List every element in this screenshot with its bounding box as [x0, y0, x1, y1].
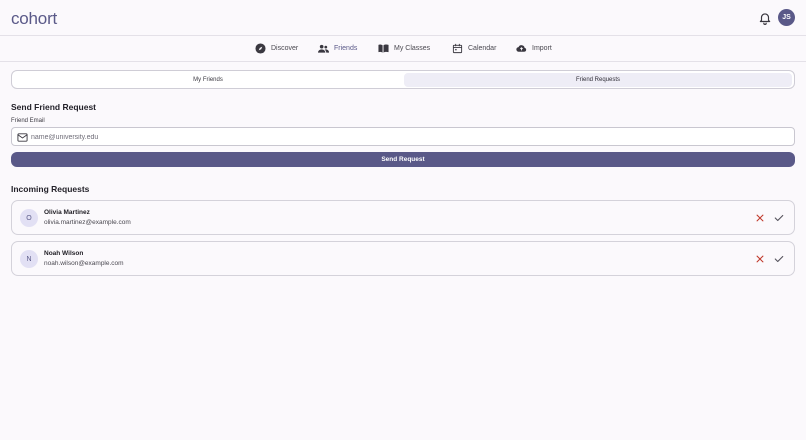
calendar-icon: [452, 43, 463, 54]
bell-icon[interactable]: [758, 11, 772, 25]
incoming-requests-heading: Incoming Requests: [11, 184, 90, 194]
send-request-heading: Send Friend Request: [11, 102, 97, 112]
close-icon: [756, 214, 763, 221]
friend-email-field[interactable]: [11, 127, 795, 146]
nav-friends[interactable]: Friends: [318, 41, 357, 56]
nav-calendar[interactable]: Calendar: [452, 41, 496, 56]
request-email: olivia.martinez@example.com: [44, 219, 131, 226]
request-card: O Olivia Martinez olivia.martinez@exampl…: [11, 200, 795, 235]
request-name: Olivia Martinez: [44, 209, 90, 216]
check-icon: [774, 214, 783, 221]
check-icon: [774, 255, 783, 262]
request-name: Noah Wilson: [44, 250, 84, 257]
send-request-button[interactable]: Send Request: [11, 152, 795, 167]
nav-calendar-label: Calendar: [468, 45, 497, 52]
mail-icon: [17, 133, 28, 142]
nav-discover-label: Discover: [271, 45, 299, 52]
friends-tab-switcher: My Friends Friend Requests: [11, 70, 795, 89]
request-card: N Noah Wilson noah.wilson@example.com: [11, 241, 795, 276]
compass-icon: [255, 43, 266, 54]
avatar: N: [20, 250, 38, 268]
top-app-bar: cohort JS: [0, 0, 806, 36]
reject-button[interactable]: [753, 211, 766, 224]
friend-email-label: Friend Email: [11, 118, 45, 124]
tab-friend-requests[interactable]: Friend Requests: [404, 73, 792, 87]
close-icon: [756, 255, 763, 262]
book-icon: [378, 44, 389, 53]
accept-button[interactable]: [772, 252, 785, 265]
friend-email-input[interactable]: [31, 130, 786, 144]
accept-button[interactable]: [772, 211, 785, 224]
avatar: O: [20, 209, 38, 227]
app-logo[interactable]: cohort: [11, 9, 57, 29]
people-icon: [318, 44, 329, 53]
nav-my-classes-label: My Classes: [394, 45, 431, 52]
nav-import[interactable]: Import: [516, 41, 552, 56]
nav-import-label: Import: [532, 45, 552, 52]
nav-friends-label: Friends: [334, 45, 358, 52]
nav-my-classes[interactable]: My Classes: [378, 41, 430, 56]
nav-discover[interactable]: Discover: [255, 41, 298, 56]
user-avatar[interactable]: JS: [778, 9, 795, 26]
cloud-upload-icon: [516, 45, 527, 52]
main-nav: Discover Friends My Classes Calendar Imp…: [0, 36, 806, 62]
request-email: noah.wilson@example.com: [44, 260, 124, 267]
reject-button[interactable]: [753, 252, 766, 265]
tab-my-friends[interactable]: My Friends: [14, 73, 402, 87]
